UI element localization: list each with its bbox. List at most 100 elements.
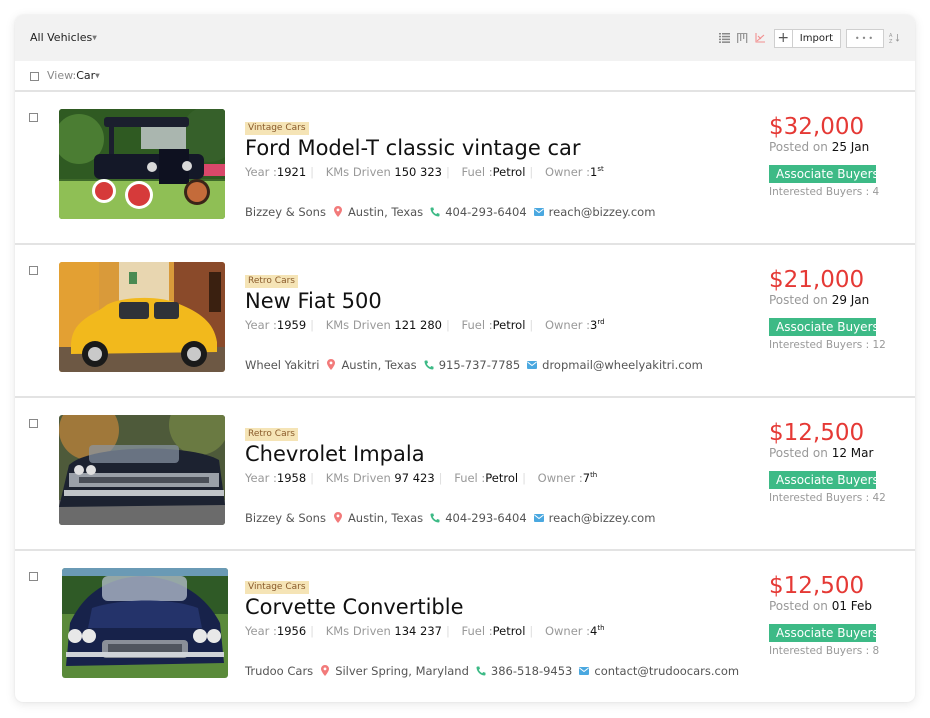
sort-az-icon[interactable]: AZ [889,32,903,45]
price-panel: $32,000 Posted on 25 Jan Associate Buyer… [769,114,909,198]
email-icon [533,206,545,218]
view-label: View: [47,69,77,82]
fuel-value: Petrol [492,623,526,638]
year-label: Year : [245,317,277,332]
posted-date: Posted on 12 Mar [769,446,909,460]
interested-buyers: Interested Buyers : 8 [769,645,909,657]
price-panel: $12,500 Posted on 12 Mar Associate Buyer… [769,420,909,504]
svg-text:Z: Z [889,39,893,43]
year-value: 1959 [276,317,307,332]
owner-label: Owner : [544,317,591,332]
phone-link[interactable]: 404-293-6404 [445,204,526,220]
owner-suffix: th [597,624,605,632]
all-vehicles-dropdown[interactable]: All Vehicles▼ [30,31,97,44]
price: $21,000 [769,267,865,293]
page-title: All Vehicles [30,31,93,44]
divider: | [445,317,450,332]
car-title[interactable]: New Fiat 500 [245,288,703,314]
interested-count: 4 [872,186,880,198]
email-link[interactable]: reach@bizzey.com [549,510,656,526]
contact-line: Bizzey & Sons Austin, Texas 404-293-6404… [245,204,655,220]
chart-view-icon[interactable] [752,28,770,48]
row-checkbox[interactable] [29,419,38,428]
car-image[interactable] [59,109,225,219]
interested-buyers: Interested Buyers : 42 [769,492,909,504]
more-options-button[interactable]: ••• [846,28,884,48]
divider: | [438,470,443,485]
interested-buyers: Interested Buyers : 12 [769,339,909,351]
associate-buyers-button[interactable]: Associate Buyers [769,471,876,489]
row-checkbox[interactable] [29,572,38,581]
view-selector[interactable]: View:Car▼ [47,69,100,82]
car-title[interactable]: Ford Model-T classic vintage car [245,135,655,161]
import-button[interactable]: Import [793,30,840,47]
list-view-icon[interactable] [716,28,734,48]
toolbar: + Import ••• AZ [716,28,903,48]
interested-count: 8 [872,645,880,657]
associate-buyers-button[interactable]: Associate Buyers [769,624,876,642]
category-tag: Vintage Cars [245,122,309,135]
divider: | [522,470,526,485]
fuel-value: Petrol [492,317,526,332]
posted-label: Posted on [769,140,832,154]
email-link[interactable]: contact@trudoocars.com [594,663,739,679]
email-icon [533,512,545,524]
fuel-label: Fuel : [461,164,493,179]
car-title[interactable]: Corvette Convertible [245,594,739,620]
location: Austin, Texas [341,357,417,372]
listing-info: Retro Cars Chevrolet Impala Year :1958 | … [245,421,655,526]
price: $12,500 [769,573,865,599]
phone-link[interactable]: 386-518-9453 [491,663,572,679]
phone-icon [429,206,441,218]
divider: | [310,164,315,179]
car-photo [59,109,225,219]
phone-link[interactable]: 915-737-7785 [439,357,520,373]
specs: Year :1921 | KMs Driven 150 323 | Fuel :Pe… [245,161,655,180]
owner-suffix: rd [597,318,605,326]
posted-date-value: 12 Mar [831,446,874,460]
year-label: Year : [245,623,277,638]
car-photo [59,415,225,525]
location: Austin, Texas [347,510,424,525]
view-value: Car [76,69,96,82]
posted-label: Posted on [769,599,832,613]
interested-label: Interested Buyers : [769,186,873,198]
email-link[interactable]: dropmail@wheelyakitri.com [542,357,703,373]
email-icon [578,665,590,677]
phone-icon [475,665,487,677]
select-all-checkbox[interactable] [30,72,39,81]
dealer-name[interactable]: Bizzey & Sons [245,204,326,220]
car-image[interactable] [59,262,225,372]
dealer-name[interactable]: Wheel Yakitri [245,357,319,373]
year-value: 1921 [276,164,307,179]
add-button[interactable]: + [775,29,793,47]
dealer-name[interactable]: Bizzey & Sons [245,510,326,526]
location-pin-icon [332,206,344,218]
location: Austin, Texas [347,204,424,219]
associate-buyers-button[interactable]: Associate Buyers [769,165,876,183]
price: $12,500 [769,420,865,446]
car-image[interactable] [59,415,225,525]
owner-suffix: st [597,165,604,173]
column-view-icon[interactable] [734,28,752,48]
dealer-name[interactable]: Trudoo Cars [245,663,313,679]
owner-label: Owner : [537,470,583,485]
divider: | [445,623,450,638]
specs: Year :1959 | KMs Driven 121 280 | Fuel :Pe… [245,314,703,333]
row-checkbox[interactable] [29,113,38,122]
email-link[interactable]: reach@bizzey.com [549,204,656,220]
contact-line: Trudoo Cars Silver Spring, Maryland 386-… [245,663,739,679]
car-image[interactable] [62,568,228,678]
posted-date-value: 29 Jan [831,293,870,307]
phone-icon [429,512,441,524]
category-tag: Retro Cars [245,428,298,441]
phone-link[interactable]: 404-293-6404 [445,510,526,526]
owner-suffix: th [590,471,598,479]
listing-row: Retro Cars Chevrolet Impala Year :1958 | … [15,398,915,551]
car-title[interactable]: Chevrolet Impala [245,441,655,467]
posted-label: Posted on [769,446,832,460]
contact-line: Bizzey & Sons Austin, Texas 404-293-6404… [245,510,655,526]
row-checkbox[interactable] [29,266,38,275]
associate-buyers-button[interactable]: Associate Buyers [769,318,876,336]
owner-label: Owner : [544,623,591,638]
